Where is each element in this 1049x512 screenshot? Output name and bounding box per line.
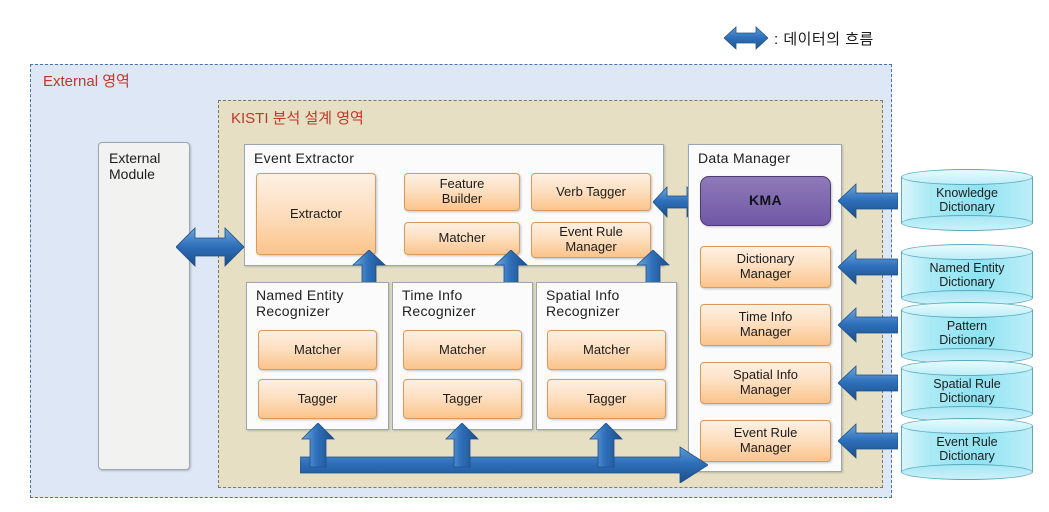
kisti-region-label: KISTI 분석 설계 영역 — [231, 110, 364, 127]
dictionary-manager-label: Dictionary Manager — [736, 251, 795, 281]
spatial-info-recognizer-title: Spatial Info Recognizer — [546, 287, 620, 319]
dictionary-manager-box[interactable]: Dictionary Manager — [700, 246, 831, 288]
ner-tagger-box[interactable]: Tagger — [258, 379, 377, 419]
kma-label: KMA — [748, 192, 783, 209]
spatial-rule-dictionary-label: Spatial Rule Dictionary — [933, 376, 1001, 405]
event-rule-dictionary-cylinder[interactable]: Event Rule Dictionary — [901, 418, 1033, 480]
pattern-dictionary-cylinder[interactable]: Pattern Dictionary — [901, 302, 1033, 364]
time-matcher-box[interactable]: Matcher — [403, 330, 522, 370]
time-tagger-box[interactable]: Tagger — [403, 379, 522, 419]
ner-matcher-box[interactable]: Matcher — [258, 330, 377, 370]
data-manager-title: Data Manager — [698, 150, 791, 166]
arrow-event-rule-dict-to-manager — [838, 423, 898, 459]
arrow-knowledge-dict-to-kma — [838, 183, 898, 219]
spatial-matcher-box[interactable]: Matcher — [547, 330, 666, 370]
external-region-label: External 영역 — [43, 73, 130, 90]
time-info-recognizer-title: Time Info Recognizer — [402, 287, 476, 319]
diagram-canvas: : 데이터의 흐름 External 영역 KISTI 분석 설계 영역 Ext… — [0, 0, 1049, 512]
named-entity-dictionary-label: Named Entity Dictionary — [929, 260, 1005, 289]
verb-tagger-label: Verb Tagger — [556, 183, 626, 199]
spatial-info-manager-label: Spatial Info Manager — [732, 367, 799, 397]
external-module-box[interactable]: External Module — [98, 142, 190, 470]
ner-matcher-label: Matcher — [294, 341, 341, 357]
legend-label: : 데이터의 흐름 — [774, 30, 874, 48]
legend: : 데이터의 흐름 — [724, 20, 874, 56]
knowledge-dictionary-label: Knowledge Dictionary — [936, 185, 998, 214]
spatial-tagger-box[interactable]: Tagger — [547, 379, 666, 419]
event-rule-manager-box[interactable]: Event Rule Manager — [531, 222, 651, 258]
arrow-named-entity-dict-to-manager — [838, 249, 898, 285]
external-module-label: External Module — [109, 150, 161, 182]
kma-box[interactable]: KMA — [700, 176, 831, 226]
feature-builder-box[interactable]: Feature Builder — [404, 173, 520, 211]
dm-event-rule-manager-label: Event Rule Manager — [733, 425, 798, 455]
time-tagger-label: Tagger — [442, 390, 483, 406]
feature-builder-label: Feature Builder — [439, 176, 485, 206]
named-entity-dictionary-cylinder[interactable]: Named Entity Dictionary — [901, 244, 1033, 306]
spatial-tagger-label: Tagger — [586, 390, 627, 406]
dm-event-rule-manager-box[interactable]: Event Rule Manager — [700, 420, 831, 462]
event-rule-manager-label: Event Rule Manager — [559, 224, 623, 254]
bottom-data-bus-arrow — [299, 422, 709, 488]
event-extractor-title: Event Extractor — [254, 150, 355, 166]
event-rule-dictionary-label: Event Rule Dictionary — [936, 434, 998, 463]
arrow-pattern-dict-to-manager — [838, 307, 898, 343]
spatial-matcher-label: Matcher — [583, 341, 630, 357]
time-matcher-label: Matcher — [439, 341, 486, 357]
pattern-dictionary-label: Pattern Dictionary — [939, 318, 995, 347]
named-entity-recognizer-title: Named Entity Recognizer — [256, 287, 344, 319]
arrow-spatial-rule-dict-to-manager — [838, 365, 898, 401]
knowledge-dictionary-cylinder[interactable]: Knowledge Dictionary — [901, 169, 1033, 231]
double-headed-arrow-icon — [724, 25, 768, 51]
verb-tagger-box[interactable]: Verb Tagger — [531, 173, 651, 211]
time-info-manager-box[interactable]: Time Info Manager — [700, 304, 831, 346]
spatial-info-manager-box[interactable]: Spatial Info Manager — [700, 362, 831, 404]
extractor-label: Extractor — [289, 205, 342, 221]
extractor-box[interactable]: Extractor — [256, 173, 376, 255]
arrow-external-to-extractor — [176, 225, 244, 269]
ner-tagger-label: Tagger — [297, 390, 338, 406]
time-info-manager-label: Time Info Manager — [738, 309, 793, 339]
spatial-rule-dictionary-cylinder[interactable]: Spatial Rule Dictionary — [901, 360, 1033, 422]
event-extractor-matcher-label: Matcher — [438, 230, 486, 246]
